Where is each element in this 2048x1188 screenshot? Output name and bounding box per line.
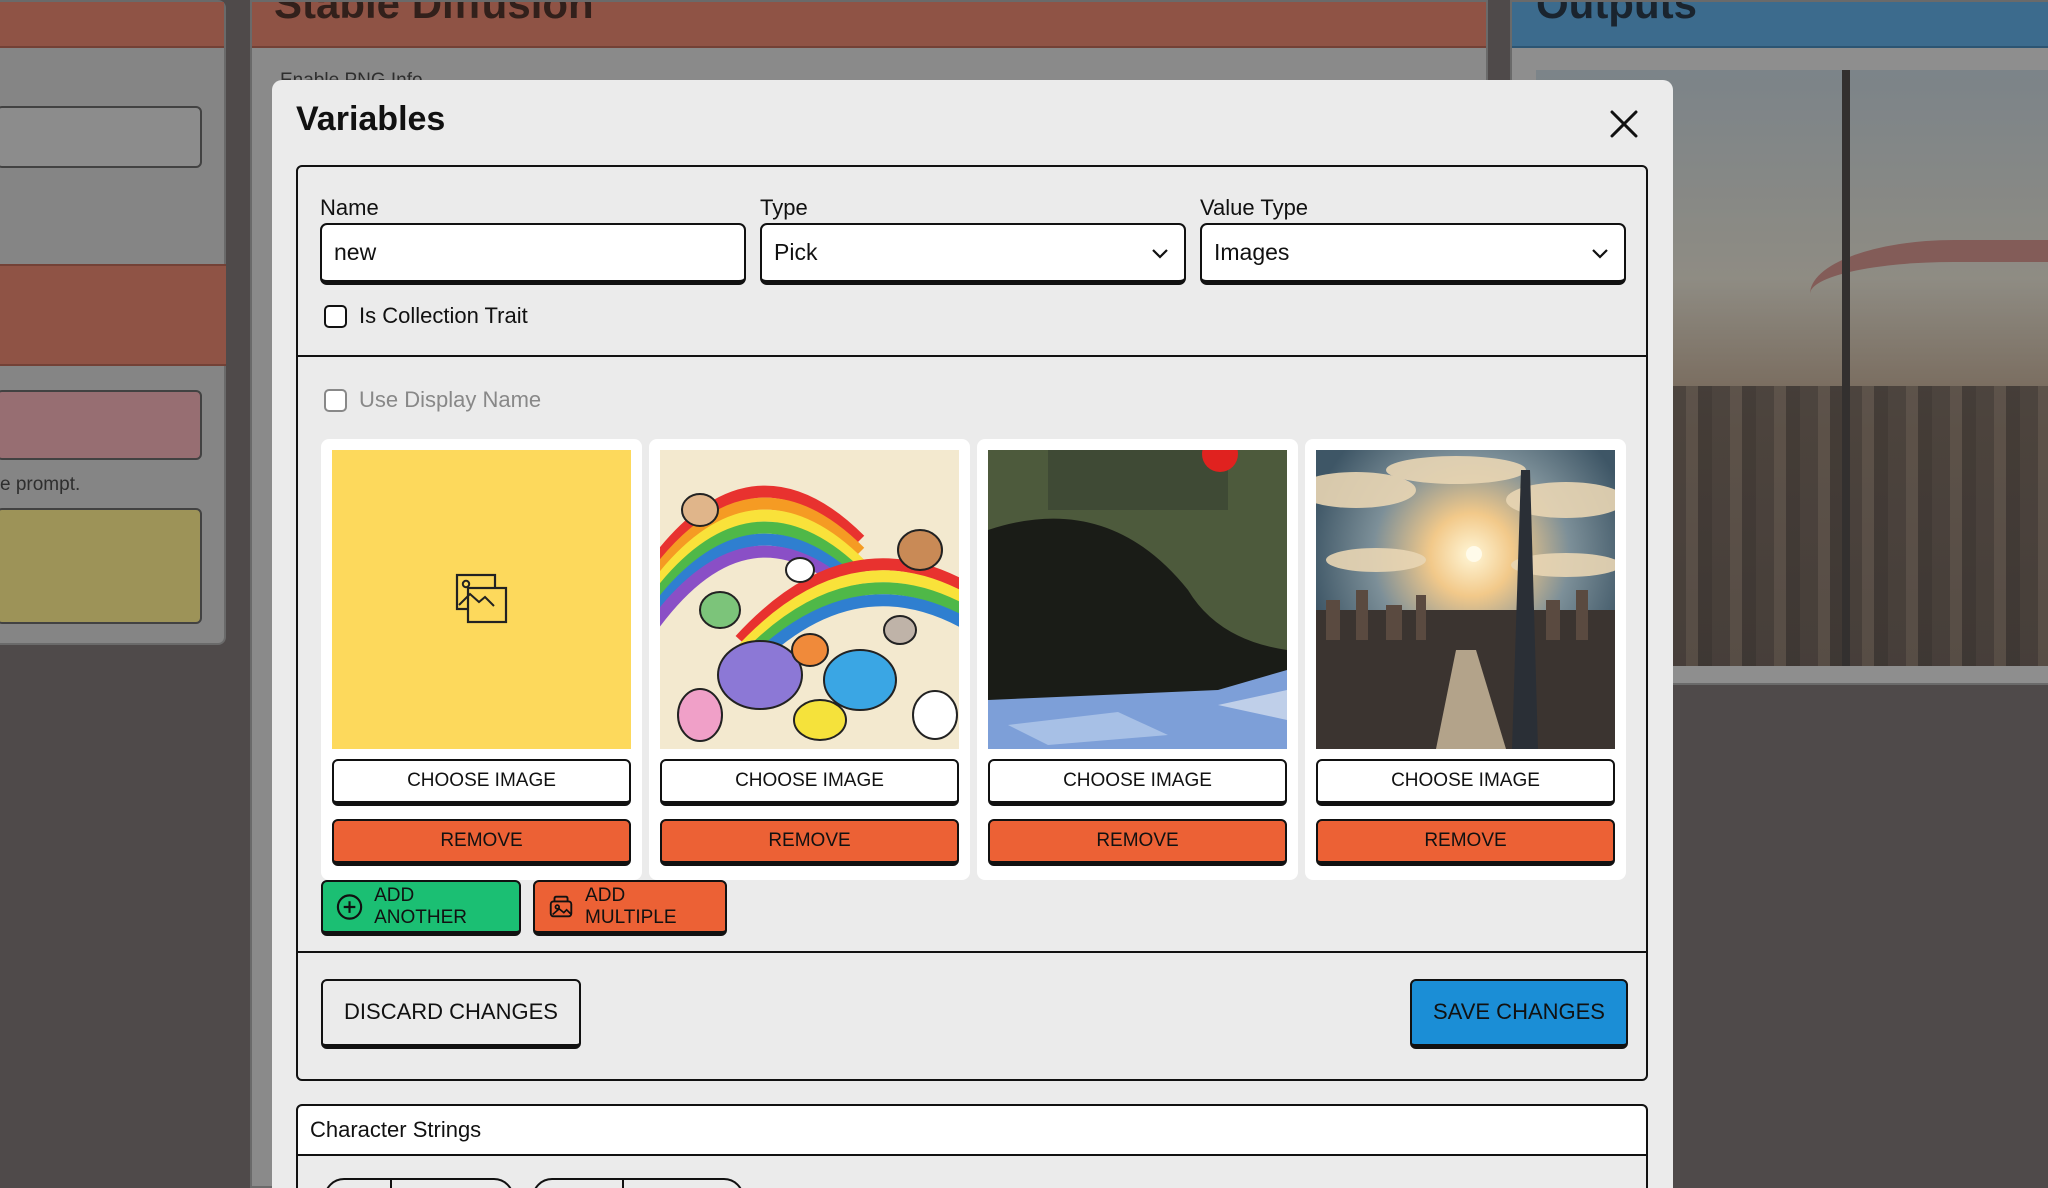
variable-editor-card: Name new Type Pick Value Type Images Is … xyxy=(296,165,1648,1081)
choose-image-button[interactable]: CHOOSE IMAGE xyxy=(660,759,959,806)
modal-actions: DISCARD CHANGES SAVE CHANGES xyxy=(298,955,1646,1079)
save-changes-button[interactable]: SAVE CHANGES xyxy=(1410,979,1628,1049)
close-icon xyxy=(1610,110,1638,138)
images-section: Use Display Name CHOOSE IMAGE REMOVE CHO… xyxy=(298,359,1646,953)
type-select[interactable]: Pick xyxy=(760,223,1186,285)
type-select-value: Pick xyxy=(774,239,818,265)
remove-image-button[interactable]: REMOVE xyxy=(332,819,631,866)
choose-image-button[interactable]: CHOOSE IMAGE xyxy=(988,759,1287,806)
images-stack-icon xyxy=(549,895,573,917)
type-label: Type xyxy=(760,195,808,220)
variable-fields-section: Name new Type Pick Value Type Images Is … xyxy=(298,167,1646,357)
remove-image-button[interactable]: REMOVE xyxy=(660,819,959,866)
image-tile: CHOOSE IMAGE REMOVE xyxy=(1305,439,1626,880)
character-string-chip[interactable] xyxy=(324,1178,514,1188)
image-preview-city-skyline[interactable] xyxy=(1316,450,1615,749)
value-type-label: Value Type xyxy=(1200,195,1309,220)
close-button[interactable] xyxy=(1604,104,1644,144)
value-type-select[interactable]: Images xyxy=(1200,223,1626,285)
add-multiple-button[interactable]: ADD MULTIPLE xyxy=(533,880,727,936)
use-display-name-label: Use Display Name xyxy=(359,387,542,412)
image-preview-abstract-painting[interactable] xyxy=(988,450,1287,749)
add-multiple-label: ADD MULTIPLE xyxy=(585,884,677,928)
image-preview-rainbow-animals[interactable] xyxy=(660,450,959,749)
use-display-name-row[interactable]: Use Display Name xyxy=(324,387,541,413)
value-type-select-value: Images xyxy=(1214,239,1290,265)
image-tile: CHOOSE IMAGE REMOVE xyxy=(321,439,642,880)
add-another-button[interactable]: ADD ANOTHER xyxy=(321,880,521,936)
image-preview-placeholder[interactable] xyxy=(332,450,631,749)
discard-changes-button[interactable]: DISCARD CHANGES xyxy=(321,979,581,1049)
chevron-down-icon xyxy=(1592,249,1608,259)
character-strings-title: Character Strings xyxy=(298,1106,1646,1156)
is-collection-trait-label: Is Collection Trait xyxy=(359,303,528,328)
plus-circle-icon xyxy=(336,893,363,920)
image-tile: CHOOSE IMAGE REMOVE xyxy=(649,439,970,880)
choose-image-button[interactable]: CHOOSE IMAGE xyxy=(332,759,631,806)
image-placeholder-icon xyxy=(455,573,508,624)
variables-modal: Variables Name new Type Pick Value Type … xyxy=(272,80,1673,1188)
character-string-chip[interactable] xyxy=(532,1178,744,1188)
modal-title: Variables xyxy=(296,100,446,138)
chevron-down-icon xyxy=(1152,249,1168,259)
choose-image-button[interactable]: CHOOSE IMAGE xyxy=(1316,759,1615,806)
name-label: Name xyxy=(320,195,379,220)
remove-image-button[interactable]: REMOVE xyxy=(988,819,1287,866)
add-another-label: ADD ANOTHER xyxy=(374,884,467,928)
remove-image-button[interactable]: REMOVE xyxy=(1316,819,1615,866)
is-collection-trait-checkbox[interactable] xyxy=(324,304,347,328)
character-strings-card: Character Strings xyxy=(296,1104,1648,1188)
image-tile: CHOOSE IMAGE REMOVE xyxy=(977,439,1298,880)
is-collection-trait-row[interactable]: Is Collection Trait xyxy=(324,303,528,329)
use-display-name-checkbox[interactable] xyxy=(324,388,347,412)
name-input[interactable]: new xyxy=(320,223,746,285)
